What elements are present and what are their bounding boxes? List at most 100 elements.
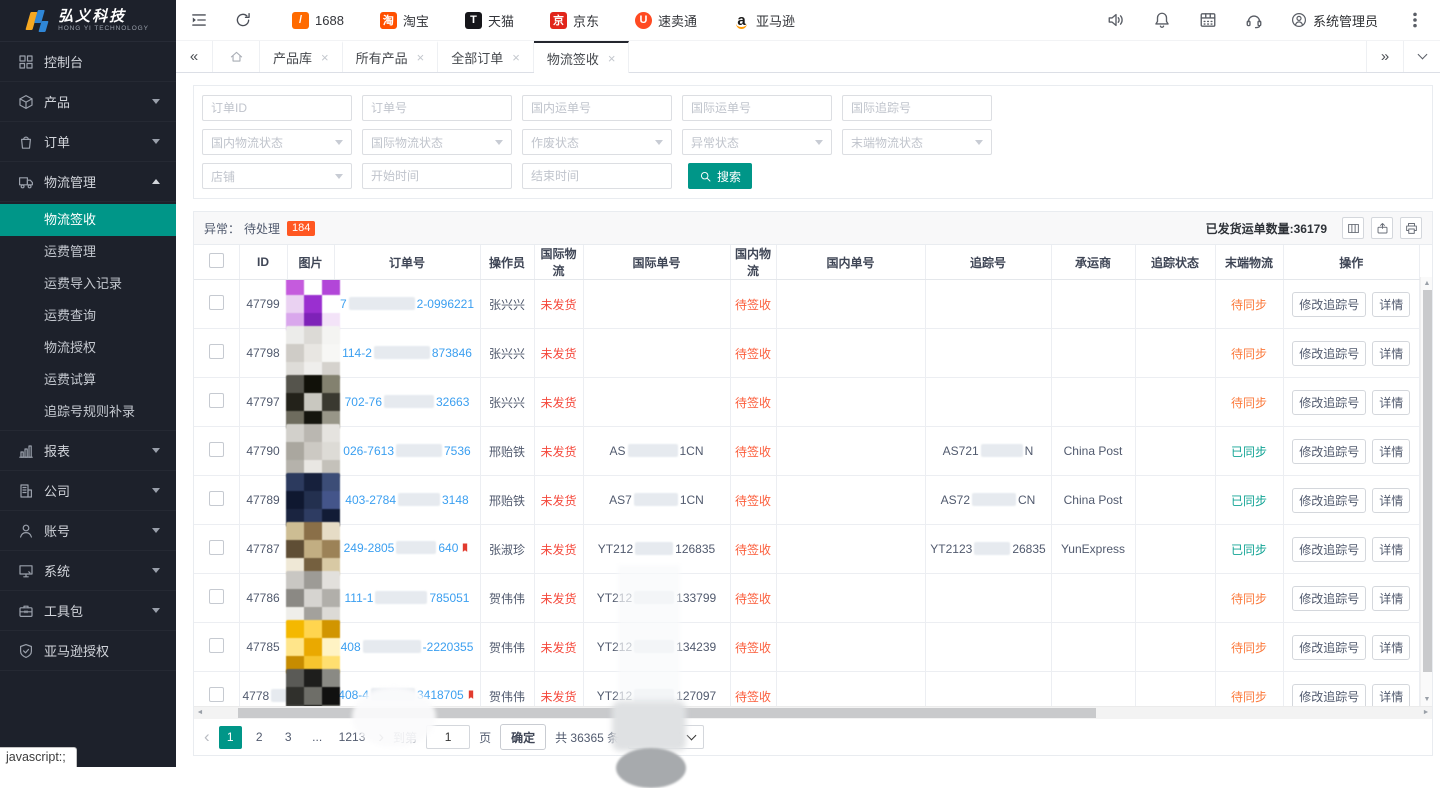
close-icon[interactable]: × xyxy=(608,51,616,66)
sidebar-subitem[interactable]: 运费试算 xyxy=(0,364,176,396)
page-number[interactable]: 1213 xyxy=(335,726,370,749)
tab-2[interactable]: 全部订单 × xyxy=(438,41,534,72)
sidebar-item-company[interactable]: 公司 xyxy=(0,471,176,511)
order-link[interactable]: 72-0996221 xyxy=(340,297,474,311)
detail-button[interactable]: 详情 xyxy=(1372,390,1410,415)
row-checkbox[interactable] xyxy=(209,442,224,457)
filter-select-2[interactable]: 作废状态 xyxy=(522,129,672,155)
date-input-1[interactable] xyxy=(522,163,672,189)
filter-select-1[interactable]: 国际物流状态 xyxy=(362,129,512,155)
row-checkbox[interactable] xyxy=(209,638,224,653)
volume-icon[interactable] xyxy=(1107,11,1125,29)
row-checkbox[interactable] xyxy=(209,540,224,555)
detail-button[interactable]: 详情 xyxy=(1372,341,1410,366)
order-link[interactable]: 403-27843148 xyxy=(345,493,468,507)
columns-icon[interactable] xyxy=(1342,217,1364,239)
sidebar-item-report[interactable]: 报表 xyxy=(0,431,176,471)
sidebar-item-console[interactable]: 控制台 xyxy=(0,42,176,82)
page-number[interactable]: 3 xyxy=(277,726,300,749)
search-button[interactable]: 搜索 xyxy=(688,163,752,189)
modify-tracking-button[interactable]: 修改追踪号 xyxy=(1292,390,1366,415)
goto-page-input[interactable] xyxy=(426,725,470,749)
sidebar-subitem[interactable]: 运费查询 xyxy=(0,300,176,332)
tab-1[interactable]: 所有产品 × xyxy=(343,41,439,72)
detail-button[interactable]: 详情 xyxy=(1372,292,1410,317)
bell-icon[interactable] xyxy=(1153,11,1171,29)
page-number[interactable]: 2 xyxy=(248,726,271,749)
horizontal-scrollbar[interactable]: ◄ ► xyxy=(194,706,1432,719)
sidebar-subitem[interactable]: 物流授权 xyxy=(0,332,176,364)
row-checkbox[interactable] xyxy=(209,687,224,702)
filter-input-2[interactable] xyxy=(522,95,672,121)
filter-select-0[interactable]: 国内物流状态 xyxy=(202,129,352,155)
tab-3[interactable]: 物流签收 × xyxy=(534,41,630,73)
support-icon[interactable] xyxy=(1245,11,1263,29)
prev-page-icon[interactable]: ‹ xyxy=(204,728,210,745)
modify-tracking-button[interactable]: 修改追踪号 xyxy=(1292,292,1366,317)
row-checkbox[interactable] xyxy=(209,344,224,359)
sidebar-fold-icon[interactable] xyxy=(190,11,208,29)
export-icon[interactable] xyxy=(1371,217,1393,239)
marketplace-taobao[interactable]: 淘 淘宝 xyxy=(380,11,429,30)
page-size-select[interactable]: 30 条/页 xyxy=(628,725,704,749)
modify-tracking-button[interactable]: 修改追踪号 xyxy=(1292,537,1366,562)
filter-input-0[interactable] xyxy=(202,95,352,121)
scroll-down-icon[interactable]: ▼ xyxy=(1421,693,1433,706)
order-link[interactable]: 702-7632663 xyxy=(345,395,470,409)
tabs-scroll-left-icon[interactable]: « xyxy=(176,41,213,72)
filter-select-3[interactable]: 异常状态 xyxy=(682,129,832,155)
modify-tracking-button[interactable]: 修改追踪号 xyxy=(1292,635,1366,660)
close-icon[interactable]: × xyxy=(321,50,329,65)
row-checkbox[interactable] xyxy=(209,393,224,408)
tabs-menu-icon[interactable] xyxy=(1403,41,1440,72)
pending-label[interactable]: 待处理 xyxy=(244,220,280,237)
marketplace-1688[interactable]: / 1688 xyxy=(292,12,344,29)
sidebar-item-toolbox[interactable]: 工具包 xyxy=(0,591,176,631)
scroll-right-icon[interactable]: ► xyxy=(1420,707,1432,719)
close-icon[interactable]: × xyxy=(512,50,520,65)
row-checkbox[interactable] xyxy=(209,589,224,604)
sidebar-subitem[interactable]: 追踪号规则补录 xyxy=(0,396,176,428)
modify-tracking-button[interactable]: 修改追踪号 xyxy=(1292,439,1366,464)
sidebar-item-order[interactable]: 订单 xyxy=(0,122,176,162)
print-icon[interactable] xyxy=(1400,217,1422,239)
sidebar-item-system[interactable]: 系统 xyxy=(0,551,176,591)
order-link[interactable]: 408-2220355 xyxy=(341,640,474,654)
modify-tracking-button[interactable]: 修改追踪号 xyxy=(1292,586,1366,611)
select-all-checkbox[interactable] xyxy=(209,253,224,268)
vertical-scrollbar[interactable]: ▲ ▼ xyxy=(1420,277,1432,706)
shop-select[interactable]: 店铺 xyxy=(202,163,352,189)
scroll-left-icon[interactable]: ◄ xyxy=(194,707,206,719)
filter-select-4[interactable]: 末端物流状态 xyxy=(842,129,992,155)
confirm-button[interactable]: 确定 xyxy=(500,724,546,750)
modify-tracking-button[interactable]: 修改追踪号 xyxy=(1292,341,1366,366)
marketplace-jd[interactable]: 京 京东 xyxy=(550,11,599,30)
horizontal-scroll-thumb[interactable] xyxy=(238,708,1096,718)
detail-button[interactable]: 详情 xyxy=(1372,537,1410,562)
row-checkbox[interactable] xyxy=(209,295,224,310)
order-link[interactable]: 111-1785051 xyxy=(345,591,470,605)
marketplace-aliexpress[interactable]: U 速卖通 xyxy=(635,11,697,30)
sidebar-subitem[interactable]: 运费导入记录 xyxy=(0,268,176,300)
modify-tracking-button[interactable]: 修改追踪号 xyxy=(1292,684,1366,707)
page-number[interactable]: 1 xyxy=(219,726,242,749)
pending-count-badge[interactable]: 184 xyxy=(287,221,315,236)
modify-tracking-button[interactable]: 修改追踪号 xyxy=(1292,488,1366,513)
row-checkbox[interactable] xyxy=(209,491,224,506)
next-page-icon[interactable]: › xyxy=(378,728,384,745)
home-tab[interactable] xyxy=(213,41,260,72)
sidebar-item-logistics[interactable]: 物流管理 xyxy=(0,162,176,202)
marketplace-amazon[interactable]: a 亚马逊 xyxy=(733,11,795,30)
refresh-icon[interactable] xyxy=(234,11,252,29)
detail-button[interactable]: 详情 xyxy=(1372,684,1410,707)
order-link[interactable]: 114-2873846 xyxy=(342,346,472,360)
scroll-up-icon[interactable]: ▲ xyxy=(1421,277,1433,290)
date-input-0[interactable] xyxy=(362,163,512,189)
vertical-scroll-thumb[interactable] xyxy=(1423,290,1432,672)
detail-button[interactable]: 详情 xyxy=(1372,488,1410,513)
order-link[interactable]: 249-2805640 xyxy=(344,541,459,555)
detail-button[interactable]: 详情 xyxy=(1372,439,1410,464)
filter-input-1[interactable] xyxy=(362,95,512,121)
more-icon[interactable] xyxy=(1406,11,1424,29)
close-icon[interactable]: × xyxy=(417,50,425,65)
